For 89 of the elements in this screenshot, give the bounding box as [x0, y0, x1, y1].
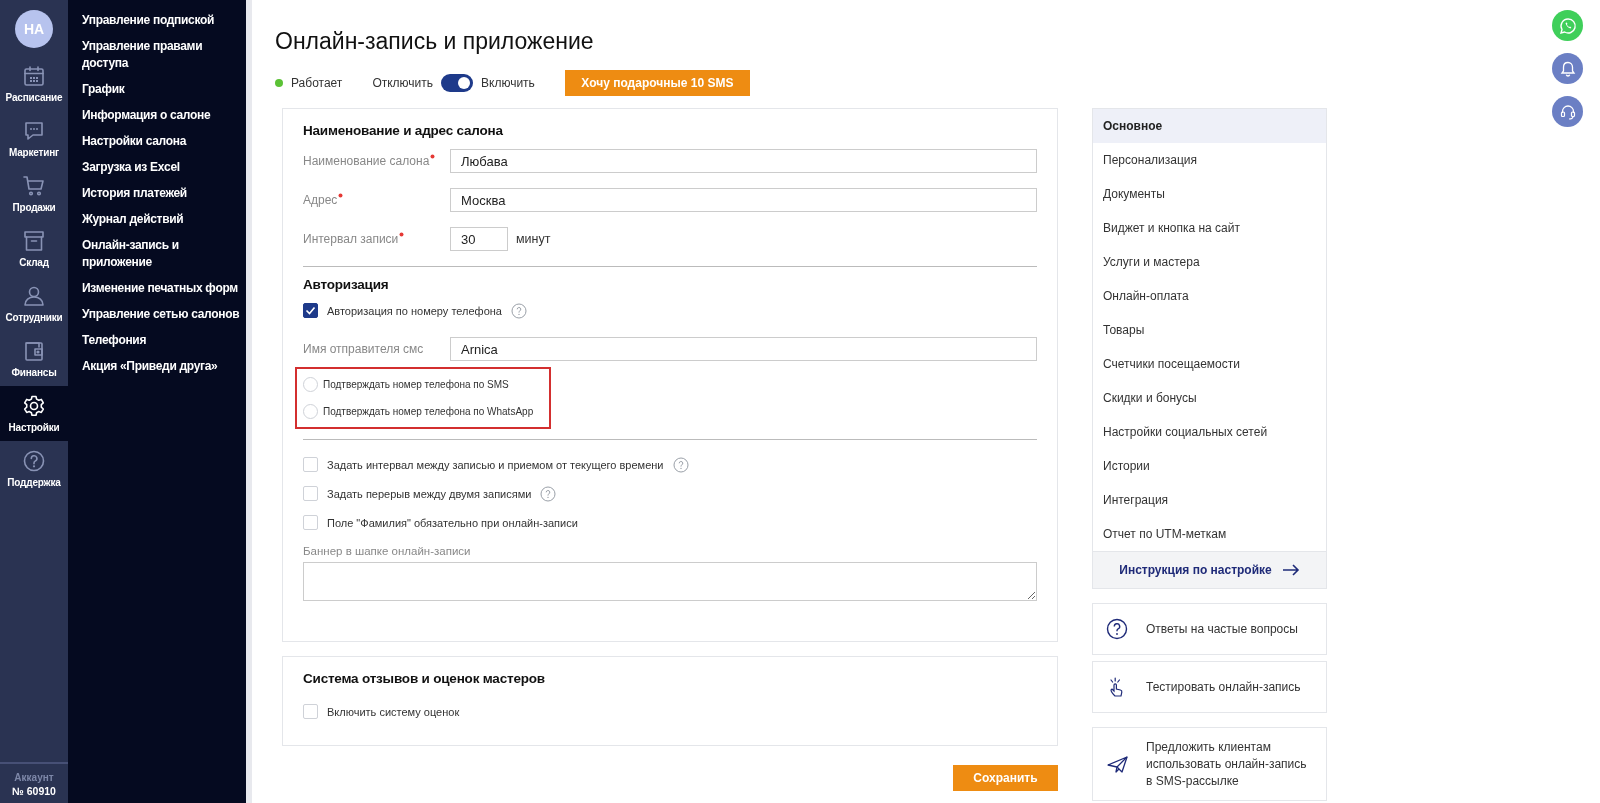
checkbox-label: Включить систему оценок: [327, 705, 460, 718]
arrow-right-icon: [1281, 564, 1300, 576]
section-heading: Система отзывов и оценок мастеров: [303, 671, 546, 686]
whatsapp-button[interactable]: [1552, 10, 1583, 41]
nav-item[interactable]: Онлайн-оплата: [1093, 279, 1326, 313]
person-icon: [22, 284, 46, 308]
menu-item[interactable]: Телефония: [82, 332, 248, 349]
nav-item[interactable]: Интеграция: [1093, 483, 1326, 517]
help-icon: [1106, 618, 1128, 640]
unit-label: минут: [516, 232, 551, 246]
nav-item[interactable]: Склад: [0, 221, 68, 276]
nav-item[interactable]: Истории: [1093, 449, 1326, 483]
action-card[interactable]: Ответы на частые вопросы: [1092, 603, 1327, 655]
status-label: Работает: [291, 76, 343, 90]
checkbox-label: Авторизация по номеру телефона: [327, 304, 502, 317]
nav-item[interactable]: Виджет и кнопка на сайт: [1093, 211, 1326, 245]
menu-item[interactable]: Онлайн-запись и приложение: [82, 237, 248, 271]
menu-item[interactable]: Управление правами доступа: [82, 38, 248, 72]
menu-item[interactable]: Настройки салона: [82, 133, 248, 150]
help-icon: [22, 449, 46, 473]
nav-item[interactable]: Настройки: [0, 386, 68, 441]
checkbox[interactable]: [303, 303, 318, 318]
menu-item[interactable]: Акция «Приведи друга»: [82, 358, 248, 375]
menu-item[interactable]: Изменение печатных форм: [82, 280, 248, 297]
action-label: Ответы на частые вопросы: [1146, 620, 1298, 638]
action-label: Тестировать онлайн-запись: [1146, 678, 1301, 696]
radio-label: Подтверждать номер телефона по WhatsApp: [323, 406, 534, 417]
nav-item[interactable]: Расписание: [0, 56, 68, 111]
field-label: Адрес: [303, 193, 338, 207]
checkbox-label: Поле "Фамилия" обязательно при онлайн-записи: [327, 516, 578, 529]
whatsapp-icon: [1558, 16, 1577, 35]
nav-item[interactable]: Персонализация: [1093, 143, 1326, 177]
nav-item[interactable]: Отчет по UTM-меткам: [1093, 517, 1326, 551]
input-field[interactable]: Любава: [450, 149, 1037, 173]
cart-icon: [22, 174, 46, 198]
headset-icon: [1558, 102, 1577, 121]
text-area[interactable]: [303, 562, 1037, 601]
nav-item[interactable]: Скидки и бонусы: [1093, 381, 1326, 415]
bell-button[interactable]: [1552, 53, 1583, 84]
wallet-icon: [22, 339, 46, 363]
account-label: Аккаунт: [13, 772, 55, 783]
account-number: № 60910: [11, 785, 57, 797]
nav-item[interactable]: Финансы: [0, 331, 68, 386]
field-label: Интервал записи: [303, 232, 399, 246]
action-card[interactable]: Тестировать онлайн-запись: [1092, 661, 1327, 713]
toggle-off-label: Отключить: [372, 76, 434, 90]
nav-item[interactable]: Основное: [1093, 109, 1326, 143]
calendar-icon: [22, 64, 46, 88]
menu-item[interactable]: Журнал действий: [82, 211, 248, 228]
nav-item[interactable]: Продажи: [0, 166, 68, 221]
checkbox-label: Задать интервал между записью и приемом от текущего времени: [327, 458, 664, 471]
section-heading: Авторизация: [303, 277, 390, 292]
nav-item[interactable]: Маркетинг: [0, 111, 68, 166]
nav-item[interactable]: Поддержка: [0, 441, 68, 496]
input-field[interactable]: Москва: [450, 188, 1037, 212]
paper-plane-icon: [1106, 753, 1128, 775]
menu-item[interactable]: Управление сетью салонов: [82, 306, 248, 323]
menu-item[interactable]: Загрузка из Excel: [82, 159, 248, 176]
nav-item[interactable]: Настройки социальных сетей: [1093, 415, 1326, 449]
bell-icon: [1558, 59, 1577, 78]
field-label: Имя отправителя смс: [303, 342, 424, 356]
nav-item[interactable]: Сотрудники: [0, 276, 68, 331]
field-label: Баннер в шапке онлайн-записи: [303, 545, 472, 557]
radio-label: Подтверждать номер телефона по SMS: [323, 379, 509, 390]
check-icon: [304, 304, 317, 317]
input-field[interactable]: 30: [450, 227, 508, 251]
archive-icon: [22, 229, 46, 253]
nav-item[interactable]: Товары: [1093, 313, 1326, 347]
menu-item[interactable]: Управление подпиской: [82, 12, 248, 29]
status-dot: [275, 79, 283, 87]
input-field[interactable]: Arnica: [450, 337, 1037, 361]
menu-item[interactable]: Информация о салоне: [82, 107, 248, 124]
checkbox-label: Задать перерыв между двумя записями: [327, 487, 532, 500]
settings-icon: [22, 394, 46, 418]
guide-link[interactable]: Инструкция по настройке: [1093, 551, 1326, 588]
headset-button[interactable]: [1552, 96, 1583, 127]
chat-icon: [22, 119, 46, 143]
toggle-on-label: Включить: [481, 76, 535, 90]
section-heading: Наименование и адрес салона: [303, 123, 504, 138]
menu-item[interactable]: История платежей: [82, 185, 248, 202]
field-label: Наименование салона: [303, 154, 430, 168]
nav-item[interactable]: Счетчики посещаемости: [1093, 347, 1326, 381]
menu-item[interactable]: График: [82, 81, 248, 98]
action-card[interactable]: Предложить клиентам использовать онлайн-запись в SMS-рассылке: [1092, 727, 1327, 801]
toggle-switch[interactable]: [441, 74, 474, 92]
nav-item[interactable]: Документы: [1093, 177, 1326, 211]
nav-item[interactable]: Услуги и мастера: [1093, 245, 1326, 279]
page-title: Онлайн-запись и приложение: [275, 27, 595, 56]
action-label: Предложить клиентам использовать онлайн-запись в SMS-рассылке: [1146, 738, 1308, 790]
